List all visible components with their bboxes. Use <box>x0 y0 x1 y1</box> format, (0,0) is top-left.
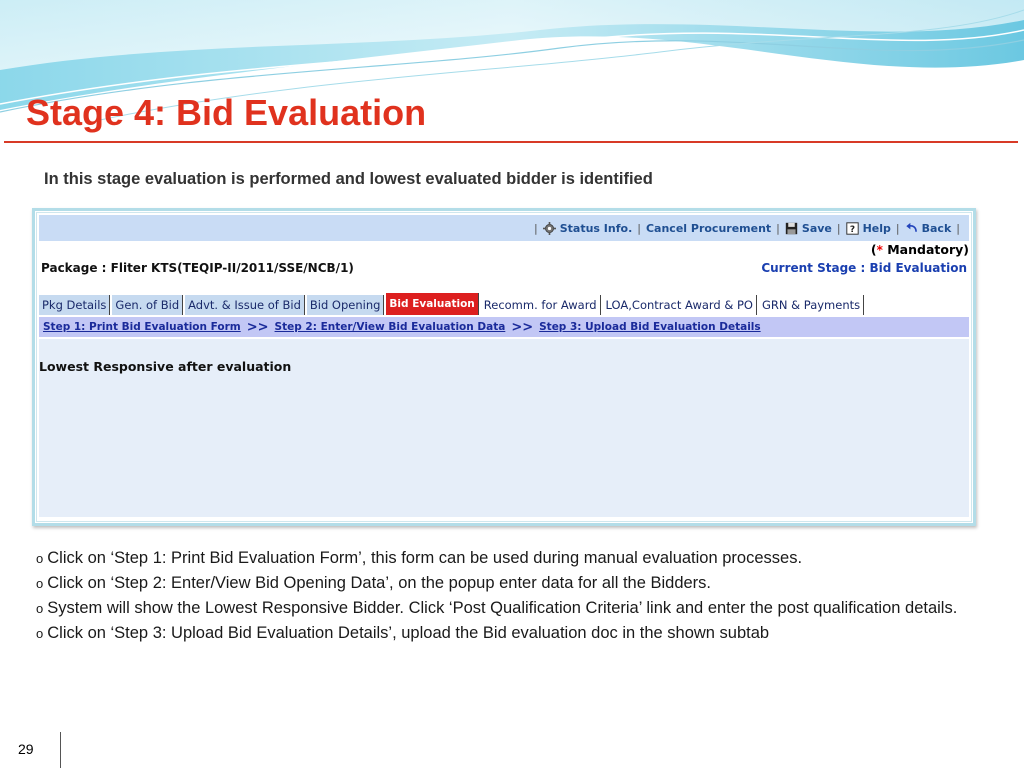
instruction-item: o Click on ‘Step 1: Print Bid Evaluation … <box>36 546 986 571</box>
back-button[interactable]: Back <box>905 221 952 235</box>
tab-bid-opening[interactable]: Bid Opening <box>306 295 385 315</box>
save-button[interactable]: Save <box>785 221 832 235</box>
step-links-bar: Step 1: Print Bid Evaluation Form >> Ste… <box>39 317 969 337</box>
page-number: 29 <box>18 741 34 757</box>
toolbar-separator: | <box>776 221 780 235</box>
toolbar-separator: | <box>895 221 900 235</box>
step2-link[interactable]: Step 2: Enter/View Bid Evaluation Data <box>275 321 506 333</box>
lowest-responsive-heading: Lowest Responsive after evaluation <box>39 359 292 374</box>
package-row: Package : Fliter KTS(TEQIP-II/2011/SSE/N… <box>39 259 969 279</box>
bullet-marker: o <box>36 551 44 566</box>
cancel-procurement-label: Cancel Procurement <box>645 221 772 235</box>
instruction-item: o Click on ‘Step 2: Enter/View Bid Openin… <box>36 571 986 596</box>
toolbar-separator: | <box>836 221 841 235</box>
help-icon: ? <box>846 221 860 235</box>
save-icon <box>785 221 799 235</box>
mandatory-label: Mandatory) <box>882 242 969 257</box>
back-arrow-icon <box>905 221 919 235</box>
instruction-text: System will show the Lowest Responsive B… <box>47 599 958 617</box>
tab-recomm-for-award[interactable]: Recomm. for Award <box>480 295 601 315</box>
tab-loa-contract-award-po[interactable]: LOA,Contract Award & PO <box>602 295 757 315</box>
help-button[interactable]: ? Help <box>846 221 891 235</box>
current-stage-label: Current Stage : Bid Evaluation <box>761 261 967 275</box>
cancel-procurement-button[interactable]: Cancel Procurement <box>646 222 771 235</box>
package-label: Package : Fliter KTS(TEQIP-II/2011/SSE/N… <box>41 261 354 275</box>
bullet-marker: o <box>36 576 44 591</box>
help-label: Help <box>862 221 891 235</box>
instruction-text: Click on ‘Step 3: Upload Bid Evaluation … <box>47 624 770 642</box>
toolbar-separator: | <box>534 221 538 235</box>
stage-tabs: Pkg Details Gen. of Bid Advt. & Issue of… <box>39 291 866 315</box>
app-screenshot-inner: | Status Info. | Cancel Procurement | Sa… <box>36 212 972 522</box>
toolbar-separator: | <box>956 221 960 235</box>
mandatory-legend: (* Mandatory) <box>871 242 969 257</box>
step1-link[interactable]: Step 1: Print Bid Evaluation Form <box>43 321 241 333</box>
back-label: Back <box>921 221 952 235</box>
status-info-button[interactable]: Status Info. <box>543 221 633 235</box>
step3-link[interactable]: Step 3: Upload Bid Evaluation Details <box>539 321 761 333</box>
tab-advt-issue-of-bid[interactable]: Advt. & Issue of Bid <box>185 295 305 315</box>
tab-grn-payments[interactable]: GRN & Payments <box>759 295 865 315</box>
toolbar-separator: | <box>637 221 641 235</box>
tab-pkg-details[interactable]: Pkg Details <box>39 295 111 315</box>
step-separator: >> <box>246 319 269 335</box>
slide-subtitle: In this stage evaluation is performed an… <box>44 170 653 188</box>
page-number-divider <box>60 732 61 768</box>
tab-gen-of-bid[interactable]: Gen. of Bid <box>112 295 184 315</box>
gear-icon <box>543 221 557 235</box>
save-label: Save <box>801 221 832 235</box>
instruction-item: o Click on ‘Step 3: Upload Bid Evaluation… <box>36 621 986 646</box>
step-separator: >> <box>511 319 534 335</box>
status-info-label: Status Info. <box>559 221 633 235</box>
bullet-marker: o <box>36 601 44 616</box>
instruction-list: o Click on ‘Step 1: Print Bid Evaluation … <box>36 546 986 646</box>
app-screenshot-frame: | Status Info. | Cancel Procurement | Sa… <box>32 208 976 526</box>
instruction-text: Click on ‘Step 1: Print Bid Evaluation F… <box>47 549 803 567</box>
instruction-text: Click on ‘Step 2: Enter/View Bid Opening… <box>47 574 711 592</box>
svg-text:?: ? <box>850 225 855 235</box>
tab-bid-evaluation[interactable]: Bid Evaluation <box>386 293 479 315</box>
title-divider <box>4 141 1018 143</box>
instruction-item: o System will show the Lowest Responsive … <box>36 596 986 621</box>
bullet-marker: o <box>36 626 44 641</box>
slide-title: Stage 4: Bid Evaluation <box>26 92 427 133</box>
app-toolbar: | Status Info. | Cancel Procurement | Sa… <box>39 215 969 241</box>
